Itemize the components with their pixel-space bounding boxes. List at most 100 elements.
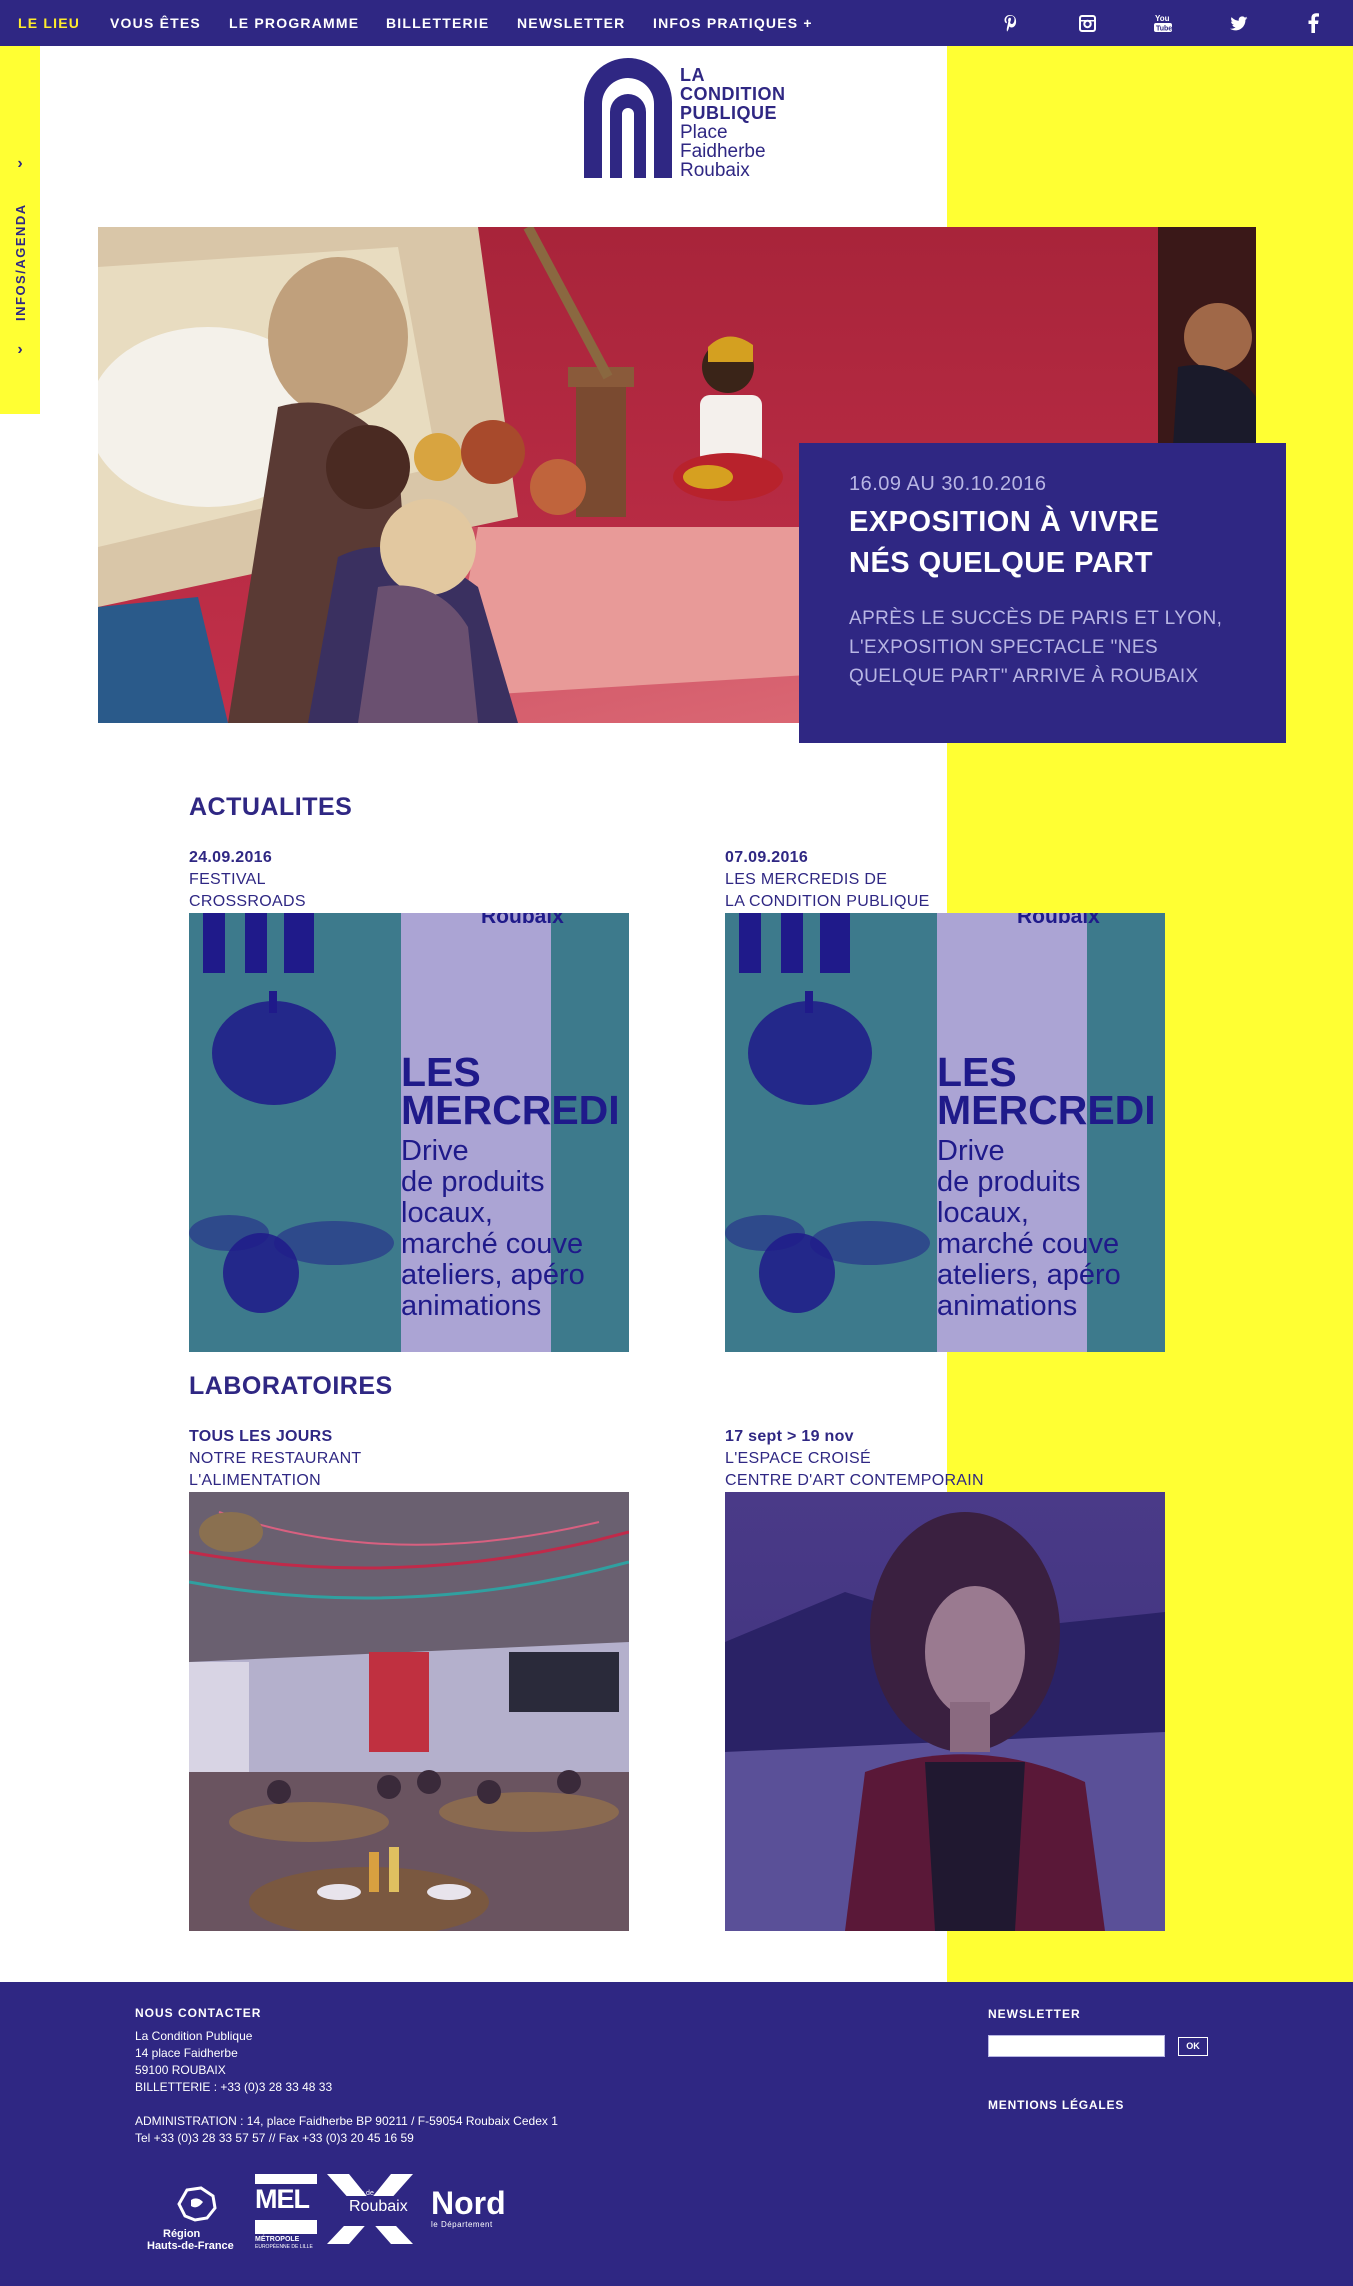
poster-line: ateliers, apéro [937, 1259, 1121, 1291]
hero-text-line: APRÈS LE SUCCÈS DE PARIS ET LYON, [849, 608, 1223, 629]
footer-address: La Condition Publique 14 place Faidherbe… [135, 2028, 332, 2096]
region-logo-text: Région Hauts-de-France [147, 2228, 234, 2252]
poster-line: Drive [937, 1135, 1005, 1167]
poster-line: Drive [401, 1135, 469, 1167]
hero-title-line: EXPOSITION À VIVRE [849, 506, 1160, 538]
poster-line: locaux, [937, 1197, 1029, 1229]
top-navigation: LE LIEU VOUS ÊTES LE PROGRAMME BILLETTER… [0, 0, 1353, 46]
newsletter-email-input[interactable] [988, 2035, 1165, 2057]
region-logo-line: Région [163, 2228, 201, 2240]
footer-line: Tel +33 (0)3 28 33 57 57 // Fax +33 (0)3… [135, 2131, 414, 2145]
card-image-restaurant[interactable] [189, 1492, 629, 1931]
news-card[interactable]: 24.09.2016 FESTIVAL CROSSROADS Roubaix L… [189, 847, 629, 1352]
poster-line: de produits [937, 1166, 1081, 1198]
footer-contact-title: NOUS CONTACTER [135, 2006, 262, 2020]
lab-card[interactable]: TOUS LES JOURS NOTRE RESTAURANT L'ALIMEN… [189, 1426, 629, 1931]
nav-le-lieu[interactable]: LE LIEU [18, 15, 80, 31]
hero-text-line: L'EXPOSITION SPECTACLE "NES [849, 637, 1159, 658]
card-title-line: CENTRE D'ART CONTEMPORAIN [725, 1472, 984, 1489]
nord-logo-subtext: le Département [431, 2220, 493, 2229]
logo-line: CONDITION [680, 84, 786, 104]
mel-logo-subtext: MÉTROPOLE [255, 2236, 300, 2243]
mel-logo-text: MEL [255, 2184, 310, 2214]
chevron-right-icon: › [17, 341, 23, 358]
facebook-icon[interactable] [1302, 12, 1324, 34]
svg-text:You: You [1155, 14, 1170, 23]
roubaix-logo[interactable]: Ville de Roubaix [325, 2172, 415, 2250]
card-heading: 24.09.2016 FESTIVAL CROSSROADS [189, 847, 629, 915]
nav-billetterie[interactable]: BILLETTERIE [386, 15, 489, 31]
poster-title: LES MERCREDI [937, 1049, 1156, 1133]
card-heading: 07.09.2016 LES MERCREDIS DE LA CONDITION… [725, 847, 1165, 915]
logo-arch-icon [584, 58, 672, 178]
card-title-line: NOTRE RESTAURANT [189, 1450, 362, 1467]
hero-text-line: QUELQUE PART" ARRIVE À ROUBAIX [849, 666, 1199, 687]
poster-line: LES [937, 1049, 1017, 1095]
footer-admin: ADMINISTRATION : 14, place Faidherbe BP … [135, 2113, 558, 2147]
poster-text: Roubaix [481, 913, 564, 928]
footer-line: 14 place Faidherbe [135, 2046, 238, 2060]
poster-line: MERCREDI [937, 1087, 1156, 1133]
svg-text:Tube: Tube [1156, 26, 1172, 33]
poster-text: Roubaix [1017, 913, 1100, 928]
card-image-portrait[interactable] [725, 1492, 1165, 1931]
footer-line: 59100 ROUBAIX [135, 2063, 226, 2077]
chevron-right-icon: › [17, 155, 23, 172]
card-title-line: L'ALIMENTATION [189, 1472, 322, 1489]
side-tab-label: INFOS/AGENDA [13, 203, 28, 321]
hero-title-line: NÉS QUELQUE PART [849, 547, 1153, 579]
hero-info-box[interactable]: 16.09 AU 30.10.2016 EXPOSITION À VIVRE N… [799, 443, 1286, 743]
mentions-legales-link[interactable]: MENTIONS LÉGALES [988, 2098, 1124, 2112]
poster-body: Drive de produits locaux, marché couve a… [937, 1136, 1121, 1322]
section-title-actualites: ACTUALITES [189, 793, 353, 821]
card-heading: TOUS LES JOURS NOTRE RESTAURANT L'ALIMEN… [189, 1426, 629, 1494]
card-image-poster[interactable]: Roubaix LES MERCREDI Drive de produits l… [189, 913, 629, 1352]
region-logo[interactable]: Région Hauts-de-France [145, 2186, 245, 2266]
poster-line: ateliers, apéro [401, 1259, 585, 1291]
poster-body: Drive de produits locaux, marché couve a… [401, 1136, 585, 1322]
card-date: 24.09.2016 [189, 849, 273, 866]
poster-line: animations [937, 1290, 1078, 1322]
footer-newsletter-title: NEWSLETTER [988, 2007, 1081, 2021]
mel-logo[interactable]: MEL MÉTROPOLE EUROPÉENNE DE LILLE [255, 2174, 317, 2252]
pinterest-icon[interactable] [999, 12, 1021, 34]
card-image-poster[interactable]: Roubaix LES MERCREDI Drive de produits l… [725, 913, 1165, 1352]
logo-line: Faidherbe [680, 141, 766, 162]
region-logo-line: Hauts-de-France [147, 2240, 234, 2252]
partner-logos: Région Hauts-de-France MEL MÉTROPOLE EUR… [145, 2174, 545, 2266]
nord-logo[interactable]: Nord le Département [431, 2186, 521, 2256]
nav-le-programme[interactable]: LE PROGRAMME [229, 15, 359, 31]
lab-card[interactable]: 17 sept > 19 nov L'ESPACE CROISÉ CENTRE … [725, 1426, 1165, 1931]
card-title-line: L'ESPACE CROISÉ [725, 1450, 871, 1467]
twitter-icon[interactable] [1228, 12, 1250, 34]
logo-line: Roubaix [680, 160, 750, 181]
region-shape-icon [177, 2186, 217, 2222]
roubaix-logo-small: Ville de [351, 2190, 374, 2197]
footer-line: La Condition Publique [135, 2029, 253, 2043]
logo-line: PUBLIQUE [680, 103, 778, 123]
card-title-line: LES MERCREDIS DE [725, 871, 888, 888]
logo-line: LA [680, 65, 705, 85]
logo-text: LA CONDITION PUBLIQUE Place Faidherbe Ro… [680, 65, 786, 181]
card-date: TOUS LES JOURS [189, 1428, 333, 1445]
footer: NOUS CONTACTER La Condition Publique 14 … [0, 1982, 1353, 2286]
news-card[interactable]: 07.09.2016 LES MERCREDIS DE LA CONDITION… [725, 847, 1165, 1352]
poster-line: LES [401, 1049, 481, 1095]
poster-line: de produits [401, 1166, 545, 1198]
poster-line: locaux, [401, 1197, 493, 1229]
card-date: 17 sept > 19 nov [725, 1428, 854, 1445]
newsletter-ok-button[interactable]: OK [1178, 2037, 1208, 2056]
hero-date: 16.09 AU 30.10.2016 [849, 473, 1047, 495]
hero-title: EXPOSITION À VIVRE NÉS QUELQUE PART [849, 502, 1236, 584]
nord-logo-text: Nord [431, 2185, 506, 2221]
nav-infos-pratiques[interactable]: INFOS PRATIQUES + [653, 15, 813, 31]
logo-line: Place [680, 122, 728, 143]
site-logo[interactable]: LA CONDITION PUBLIQUE Place Faidherbe Ro… [580, 58, 810, 182]
nav-newsletter[interactable]: NEWSLETTER [517, 15, 625, 31]
instagram-icon[interactable] [1076, 12, 1098, 34]
poster-line: MERCREDI [401, 1087, 620, 1133]
side-tab-infos-agenda[interactable]: › INFOS/AGENDA › [0, 46, 40, 414]
youtube-icon[interactable]: You Tube [1152, 12, 1174, 34]
nav-vous-etes[interactable]: VOUS ÊTES [110, 15, 201, 31]
section-title-laboratoires: LABORATOIRES [189, 1372, 393, 1400]
